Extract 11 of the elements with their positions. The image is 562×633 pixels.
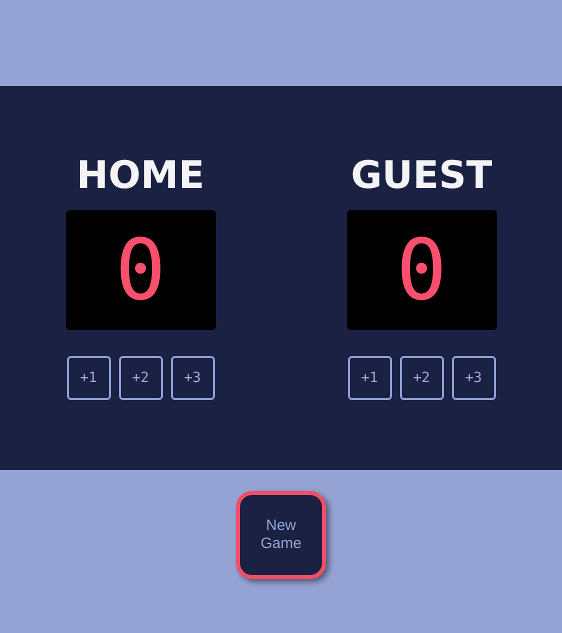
score-value: 0 [115,228,166,312]
team-name: GUEST [350,152,492,198]
score-value: 0 [396,228,447,312]
add-points-button[interactable]: +3 [452,356,496,400]
add-points-button[interactable]: +2 [400,356,444,400]
add-points-button[interactable]: +3 [170,356,214,400]
team-name: HOME [76,152,204,198]
add-points-button[interactable]: +1 [66,356,110,400]
new-game-button[interactable]: New Game [236,491,326,579]
add-points-button[interactable]: +1 [348,356,392,400]
add-points-button[interactable]: +2 [118,356,162,400]
